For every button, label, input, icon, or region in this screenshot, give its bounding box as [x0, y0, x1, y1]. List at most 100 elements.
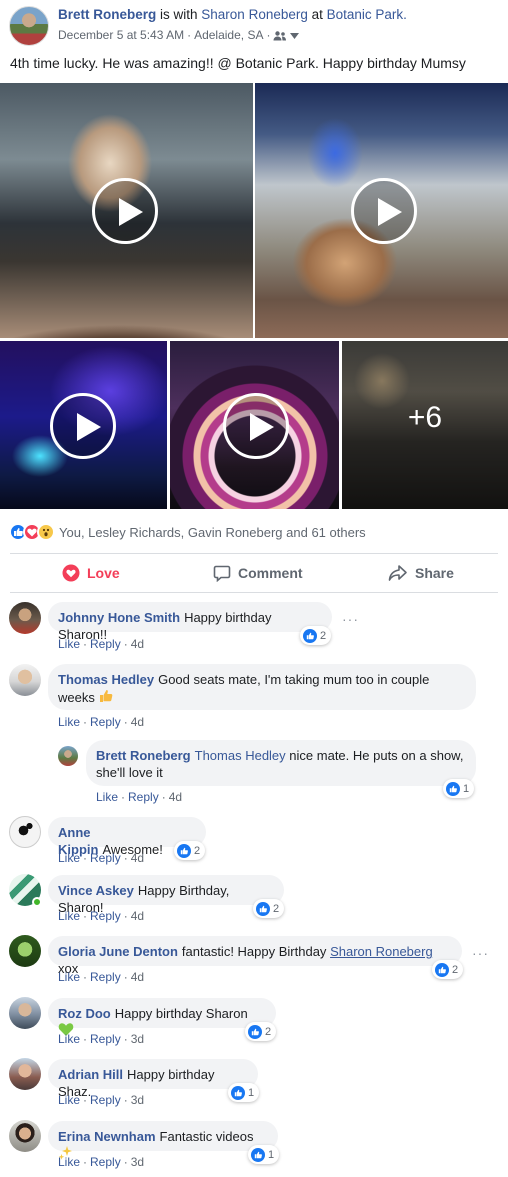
- comment-time[interactable]: 3d: [131, 1155, 144, 1169]
- reactions-summary[interactable]: You, Lesley Richards, Gavin Roneberg and…: [9, 523, 366, 541]
- reply-link[interactable]: Reply: [90, 715, 121, 729]
- comment-time[interactable]: 4d: [169, 790, 182, 804]
- author-name[interactable]: Brett Roneberg: [58, 7, 156, 22]
- play-icon[interactable]: [92, 178, 158, 244]
- video-thumbnail[interactable]: [0, 341, 167, 509]
- commenter-name[interactable]: Vince Askey: [58, 883, 134, 898]
- like-link[interactable]: Like: [58, 851, 80, 865]
- tagged-person[interactable]: Thomas Hedley: [195, 748, 286, 763]
- reply-link[interactable]: Reply: [90, 1155, 121, 1169]
- like-link[interactable]: Like: [58, 909, 80, 923]
- like-link[interactable]: Like: [58, 715, 80, 729]
- comment-time[interactable]: 3d: [131, 1032, 144, 1046]
- divider: [10, 553, 498, 554]
- reaction-count[interactable]: 2: [432, 960, 464, 979]
- like-link[interactable]: Like: [58, 970, 80, 984]
- author-avatar[interactable]: [9, 6, 49, 46]
- thumbs-up-emoji: [98, 688, 114, 708]
- reply-link[interactable]: Reply: [90, 637, 121, 651]
- avatar[interactable]: [9, 602, 41, 634]
- wow-reaction-icon: [37, 523, 55, 541]
- commenter-name[interactable]: Brett Roneberg: [96, 748, 191, 763]
- video-thumbnail[interactable]: [170, 341, 339, 509]
- reaction-count[interactable]: 2: [253, 899, 285, 918]
- comment-meta: Like · Reply · 3d: [58, 1155, 144, 1169]
- commenter-name[interactable]: Gloria June Denton: [58, 944, 178, 959]
- reaction-count[interactable]: 2: [174, 841, 206, 860]
- post-location[interactable]: Adelaide, SA: [194, 28, 263, 42]
- comment-time[interactable]: 4d: [131, 970, 144, 984]
- play-icon[interactable]: [223, 393, 289, 459]
- avatar[interactable]: [9, 1058, 41, 1090]
- comment-text: fantastic! Happy Birthday: [181, 944, 327, 959]
- avatar[interactable]: [9, 1120, 41, 1152]
- commenter-name[interactable]: Johnny Hone Smith: [58, 610, 180, 625]
- video-thumbnail[interactable]: [0, 83, 253, 338]
- meta-dot: ·: [83, 1032, 88, 1046]
- video-thumbnail[interactable]: [255, 83, 508, 338]
- reaction-count-value: 2: [452, 963, 459, 976]
- comment-button[interactable]: Comment: [213, 564, 508, 582]
- meta-dot: ·: [123, 851, 128, 865]
- reply-link[interactable]: Reply: [90, 970, 121, 984]
- reaction-count[interactable]: 1: [248, 1145, 280, 1164]
- reply-link[interactable]: Reply: [90, 1093, 121, 1107]
- comment-bubble: Erina Newnham Fantastic videos: [48, 1121, 278, 1160]
- avatar[interactable]: [9, 997, 41, 1029]
- reaction-count[interactable]: 2: [245, 1022, 277, 1041]
- like-reaction-icon: [303, 628, 317, 643]
- reaction-count[interactable]: 1: [228, 1083, 260, 1102]
- comment-time[interactable]: 4d: [131, 909, 144, 923]
- comment-time[interactable]: 4d: [131, 851, 144, 865]
- friends-privacy-icon[interactable]: [273, 28, 287, 42]
- avatar[interactable]: [9, 816, 41, 848]
- commenter-name[interactable]: Erina Newnham: [58, 1129, 156, 1144]
- share-button[interactable]: Share: [388, 564, 454, 582]
- commenter-name[interactable]: Thomas Hedley: [58, 672, 154, 687]
- meta-dot: ·: [83, 1155, 88, 1169]
- play-icon[interactable]: [50, 393, 116, 459]
- meta-dot: ·: [83, 851, 88, 865]
- like-link[interactable]: Like: [58, 1032, 80, 1046]
- comment-text: Happy birthday Sharon: [114, 1006, 248, 1021]
- play-icon[interactable]: [351, 178, 417, 244]
- like-link[interactable]: Like: [58, 1093, 80, 1107]
- comment-time[interactable]: 3d: [131, 1093, 144, 1107]
- like-link[interactable]: Like: [58, 1155, 80, 1169]
- comment-bubble: Adrian Hill Happy birthday Shaz.: [48, 1059, 258, 1099]
- reaction-count[interactable]: 1: [443, 779, 475, 798]
- more-options-icon[interactable]: ···: [342, 611, 359, 627]
- avatar[interactable]: [9, 664, 41, 696]
- meta-dot: ·: [123, 1093, 128, 1107]
- like-link[interactable]: Like: [58, 637, 80, 651]
- avatar[interactable]: [9, 935, 41, 967]
- comment-label: Comment: [238, 565, 303, 581]
- comment-time[interactable]: 4d: [131, 715, 144, 729]
- reply-link[interactable]: Reply: [90, 1032, 121, 1046]
- like-reaction-icon: [177, 843, 191, 858]
- love-reaction-icon: [62, 564, 80, 582]
- tagged-person[interactable]: Sharon Roneberg: [330, 944, 433, 959]
- reply-link[interactable]: Reply: [128, 790, 159, 804]
- more-media-count[interactable]: +6: [342, 401, 508, 435]
- reaction-count[interactable]: 2: [300, 626, 332, 645]
- love-button[interactable]: Love: [62, 564, 120, 582]
- place-link[interactable]: Botanic Park.: [327, 7, 407, 22]
- more-media-thumbnail[interactable]: +6: [342, 341, 508, 509]
- post-meta: December 5 at 5:43 AM · Adelaide, SA ·: [58, 28, 300, 42]
- more-options-icon[interactable]: ···: [472, 945, 489, 961]
- meta-dot: ·: [83, 715, 88, 729]
- chevron-down-icon[interactable]: [290, 28, 300, 42]
- commenter-name[interactable]: Roz Doo: [58, 1006, 111, 1021]
- commenter-name[interactable]: Adrian Hill: [58, 1067, 123, 1082]
- reaction-count-value: 1: [248, 1086, 255, 1099]
- post-date[interactable]: December 5 at 5:43 AM: [58, 28, 184, 42]
- reply-link[interactable]: Reply: [90, 851, 121, 865]
- reactions-summary-text[interactable]: You, Lesley Richards, Gavin Roneberg and…: [59, 525, 366, 540]
- reply-link[interactable]: Reply: [90, 909, 121, 923]
- comment-bubble: Roz Doo Happy birthday Sharon: [48, 998, 276, 1036]
- like-link[interactable]: Like: [96, 790, 118, 804]
- avatar[interactable]: [58, 746, 78, 766]
- tagged-person[interactable]: Sharon Roneberg: [201, 7, 308, 22]
- comment-time[interactable]: 4d: [131, 637, 144, 651]
